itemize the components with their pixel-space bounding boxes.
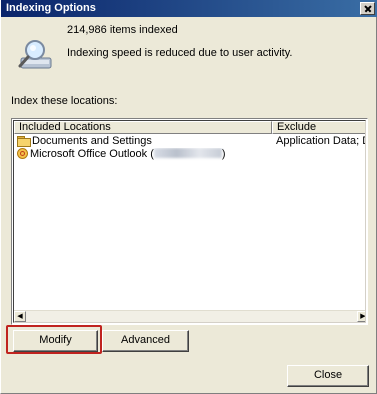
scroll-left-icon[interactable]: ◀: [14, 311, 26, 322]
indexing-magnifier-icon: [18, 40, 52, 69]
title-bar[interactable]: Indexing Options: [1, 0, 377, 17]
close-icon[interactable]: [360, 2, 375, 15]
folder-icon: [17, 136, 31, 147]
list-row-outlook[interactable]: Microsoft Office Outlook (): [14, 148, 365, 161]
list-header: Included Locations Exclude: [14, 121, 365, 134]
modify-button[interactable]: Modify: [13, 330, 98, 352]
redacted-account: [153, 148, 222, 158]
location-exclude: Application Data; Default: [276, 135, 365, 147]
close-button[interactable]: Close: [287, 365, 369, 387]
location-name: Documents and Settings: [32, 135, 152, 147]
indexing-status: Indexing speed is reduced due to user ac…: [67, 47, 293, 59]
list-row-documents[interactable]: Documents and Settings Application Data;…: [14, 135, 365, 148]
scroll-right-icon[interactable]: ▶: [357, 311, 365, 322]
window-title: Indexing Options: [6, 2, 96, 14]
locations-list[interactable]: Included Locations Exclude Documents and…: [11, 118, 368, 325]
items-indexed-count: 214,986 items indexed: [67, 24, 178, 36]
location-name-suffix: ): [221, 148, 226, 160]
location-name-prefix: Microsoft Office Outlook (: [30, 148, 154, 160]
horizontal-scrollbar[interactable]: ◀ ▶: [14, 310, 365, 322]
index-locations-label: Index these locations:: [11, 95, 118, 107]
advanced-button[interactable]: Advanced: [102, 330, 189, 352]
indexing-options-window: Indexing Options 214,986 items indexed I…: [0, 0, 377, 394]
column-header-included[interactable]: Included Locations: [14, 121, 272, 134]
outlook-icon: [17, 148, 28, 159]
column-header-exclude[interactable]: Exclude: [272, 121, 365, 134]
